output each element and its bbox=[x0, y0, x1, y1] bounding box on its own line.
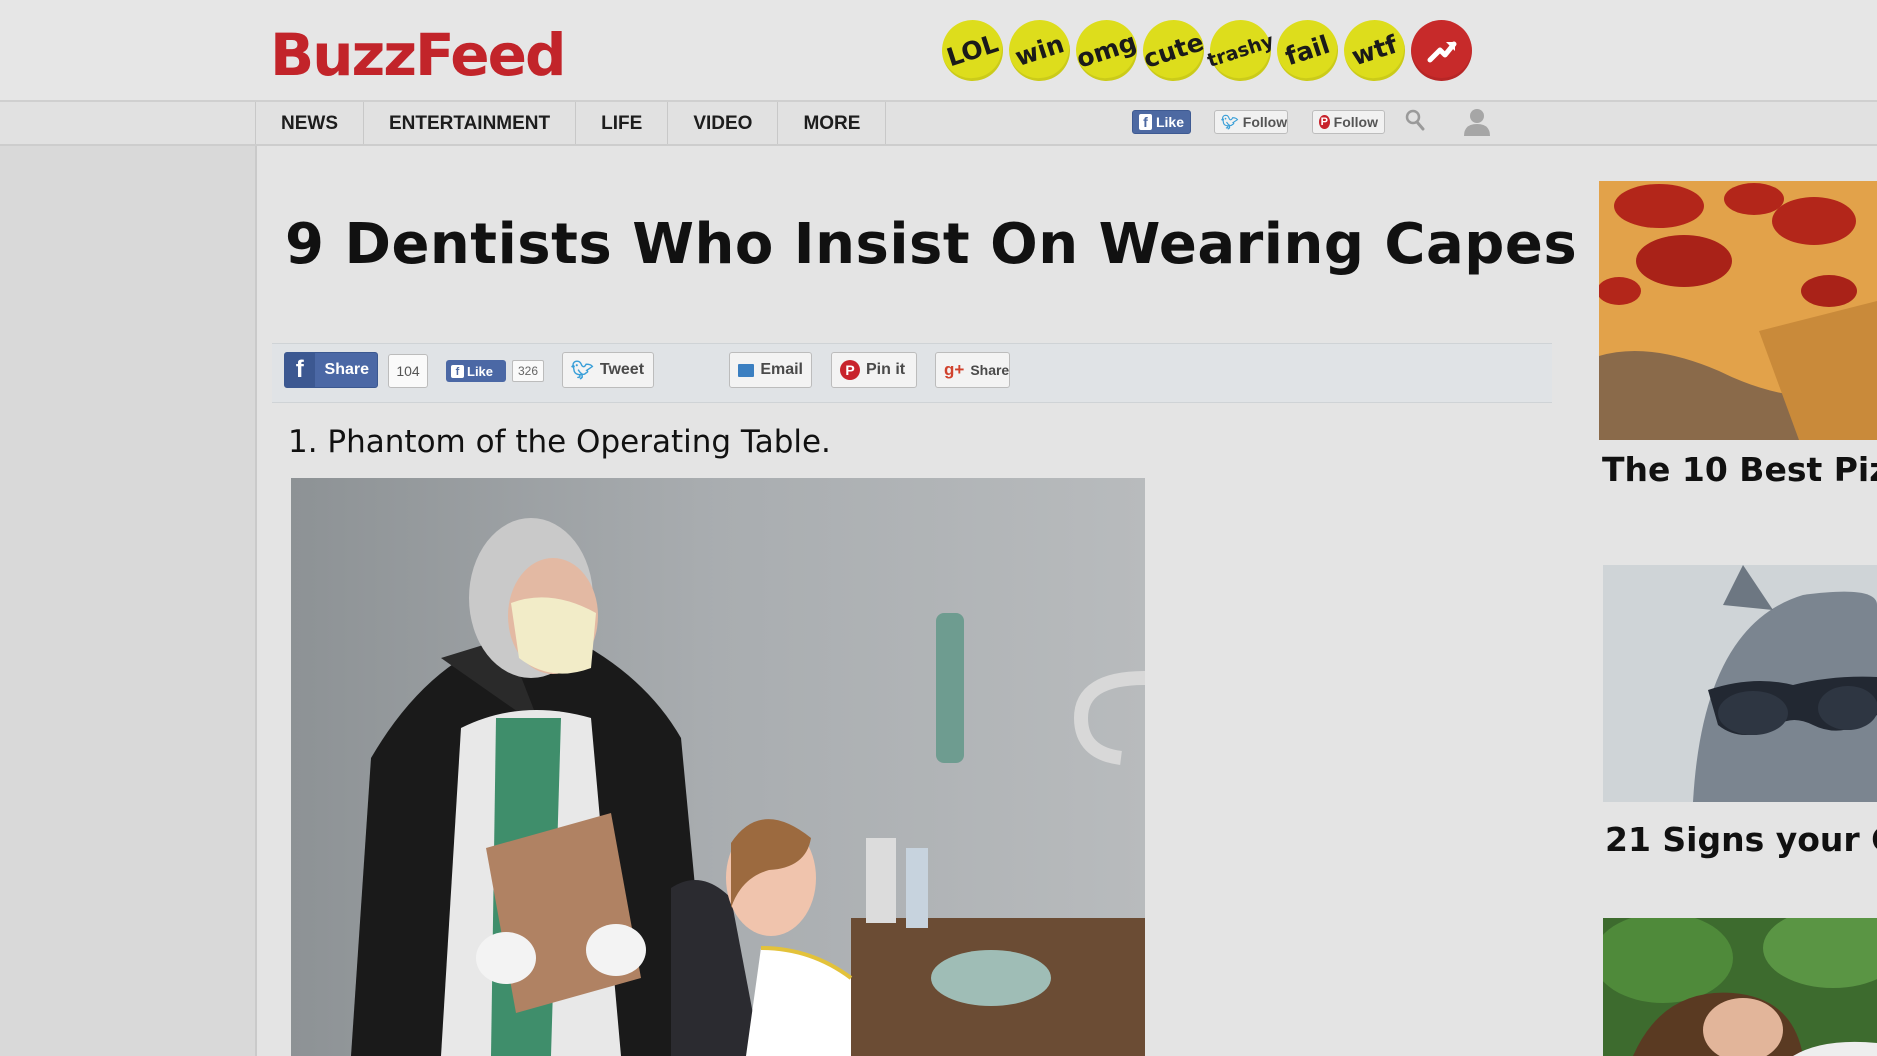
email-label: Email bbox=[760, 361, 803, 378]
facebook-icon: f bbox=[451, 364, 464, 378]
rail-story-image-woman[interactable] bbox=[1603, 918, 1877, 1056]
facebook-share-count: 104 bbox=[388, 354, 428, 388]
trending-badge[interactable] bbox=[1411, 20, 1472, 81]
google-plus-share-label: Share bbox=[970, 362, 1010, 378]
rail-story-image-pizza[interactable] bbox=[1599, 181, 1877, 440]
nav-item-life[interactable]: LIFE bbox=[576, 102, 669, 144]
facebook-like-label: Like bbox=[467, 363, 494, 379]
woman-portrait-image bbox=[1603, 918, 1877, 1056]
pinterest-icon: P bbox=[840, 360, 860, 380]
facebook-icon: f bbox=[285, 353, 315, 387]
tweet-button[interactable]: 🐦︎ Tweet bbox=[562, 352, 654, 388]
twitter-follow-button[interactable]: 🐦︎ Follow bbox=[1214, 110, 1288, 134]
rail-story-title[interactable]: The 10 Best Pizz bbox=[1602, 448, 1877, 492]
trending-arrow-icon bbox=[1427, 41, 1456, 62]
rail-story-title[interactable]: 21 Signs your Ca bbox=[1605, 818, 1877, 862]
tweet-label: Tweet bbox=[599, 361, 645, 378]
facebook-like-button[interactable]: f Like bbox=[1132, 110, 1191, 134]
rail-story-image-cat[interactable] bbox=[1603, 565, 1877, 802]
badge-win[interactable]: win bbox=[1001, 12, 1078, 89]
nav-item-entertainment[interactable]: ENTERTAINMENT bbox=[364, 102, 577, 144]
user-icon[interactable] bbox=[1462, 106, 1492, 136]
google-plus-icon: g+ bbox=[944, 360, 965, 379]
reaction-badges: LOL win omg cute trashy fail wtf bbox=[934, 12, 1472, 89]
main-nav: NEWS ENTERTAINMENT LIFE VIDEO MORE bbox=[0, 102, 1877, 146]
facebook-like-count: 326 bbox=[512, 360, 544, 382]
badge-omg[interactable]: omg bbox=[1068, 12, 1145, 89]
pin-it-label: Pin it bbox=[866, 361, 906, 378]
badge-lol[interactable]: LOL bbox=[934, 12, 1011, 89]
dentist-cape-photo bbox=[291, 478, 1145, 1056]
pin-it-button[interactable]: P Pin it bbox=[831, 352, 917, 388]
badge-trashy[interactable]: trashy bbox=[1202, 12, 1279, 89]
google-plus-share-button[interactable]: g+ Share bbox=[935, 352, 1010, 388]
item-heading: 1. Phantom of the Operating Table. bbox=[288, 424, 831, 460]
twitter-bird-icon: 🐦︎ bbox=[571, 359, 594, 380]
twitter-bird-icon: 🐦︎ bbox=[1221, 113, 1239, 130]
nav-items: NEWS ENTERTAINMENT LIFE VIDEO MORE bbox=[255, 102, 887, 144]
envelope-icon bbox=[738, 363, 755, 377]
article-title: 9 Dentists Who Insist On Wearing Capes bbox=[285, 212, 1578, 277]
pinterest-follow-label: Follow bbox=[1333, 114, 1378, 130]
cat-sunglasses-image bbox=[1603, 565, 1877, 802]
left-column bbox=[0, 146, 257, 1056]
pinterest-follow-button[interactable]: P Follow bbox=[1312, 110, 1385, 134]
facebook-like-button[interactable]: f Like bbox=[446, 360, 506, 382]
email-button[interactable]: Email bbox=[729, 352, 812, 388]
pizza-image bbox=[1599, 181, 1877, 440]
badge-cute[interactable]: cute bbox=[1135, 12, 1212, 89]
badge-fail[interactable]: fail bbox=[1269, 12, 1346, 89]
article-photo bbox=[291, 478, 1145, 1056]
nav-item-news[interactable]: NEWS bbox=[256, 102, 364, 144]
nav-item-more[interactable]: MORE bbox=[778, 102, 887, 144]
facebook-share-label: Share bbox=[324, 361, 369, 378]
facebook-like-label: Like bbox=[1155, 114, 1184, 130]
site-header: BuzzFeed LOL win omg cute trashy fail wt… bbox=[0, 0, 1877, 102]
badge-wtf[interactable]: wtf bbox=[1336, 12, 1413, 89]
search-icon[interactable] bbox=[1404, 108, 1426, 132]
facebook-share-button[interactable]: f Share bbox=[284, 352, 378, 388]
nav-item-video[interactable]: VIDEO bbox=[668, 102, 779, 144]
buzzfeed-logo[interactable]: BuzzFeed bbox=[270, 18, 566, 92]
facebook-icon: f bbox=[1139, 114, 1152, 130]
pinterest-icon: P bbox=[1319, 115, 1330, 129]
twitter-follow-label: Follow bbox=[1242, 114, 1288, 130]
